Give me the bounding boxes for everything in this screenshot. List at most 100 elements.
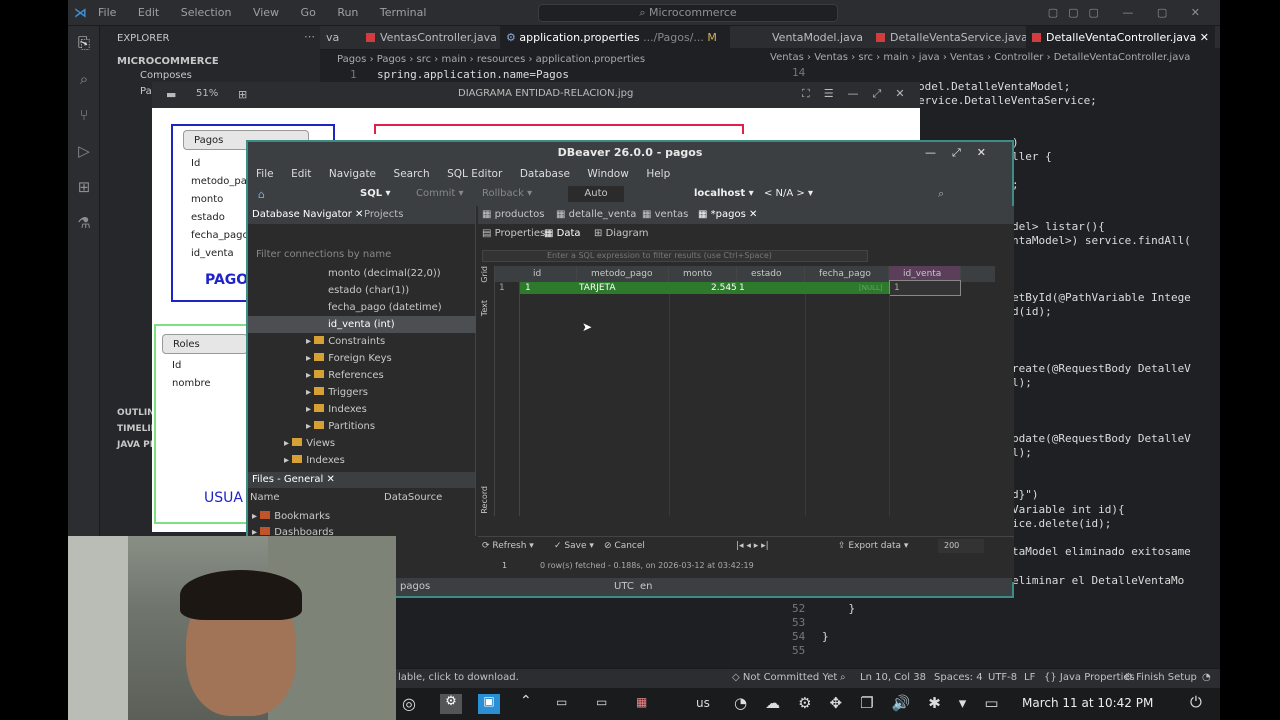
export-data-button[interactable]: ⇪ Export data ▾ [838, 541, 908, 551]
zoom-icon[interactable]: ⌕ [840, 672, 846, 683]
search-icon[interactable]: ⌕ [938, 187, 944, 201]
connection-selector[interactable]: localhost ▾ [694, 188, 754, 199]
status-cursor-position[interactable]: Ln 10, Col 38 [860, 672, 926, 683]
menu-help[interactable]: Help [646, 168, 670, 180]
col-header-monto[interactable]: monto [669, 266, 737, 282]
project-name[interactable]: MICROCOMMERCE [117, 56, 219, 67]
navigator-filter-input[interactable]: Filter connections by name [256, 249, 391, 260]
menu-terminal[interactable]: Terminal [380, 6, 427, 19]
tree-folder-views[interactable]: ▸ Views [284, 438, 335, 449]
fetch-size-input[interactable]: 200 [938, 539, 984, 553]
cell-id-venta[interactable]: 1 [894, 282, 900, 294]
files-col-name[interactable]: Name [250, 492, 280, 503]
bell-icon[interactable]: ◔ [1202, 672, 1211, 683]
files-item-bookmarks[interactable]: ▸ Bookmarks [252, 511, 330, 522]
tree-item-composes[interactable]: Composes [140, 70, 192, 81]
schema-selector[interactable]: < N/A > ▾ [764, 188, 813, 199]
tree-folder-foreign-keys[interactable]: ▸ Foreign Keys [306, 353, 392, 364]
col-header-estado[interactable]: estado [737, 266, 805, 282]
tree-folder-references[interactable]: ▸ References [306, 370, 384, 381]
settings-icon[interactable]: ⚙ [440, 694, 462, 714]
col-header-id[interactable]: id [519, 266, 577, 282]
menu-navigate[interactable]: Navigate [329, 168, 376, 180]
tray-icons[interactable]: ◔☁⚙✥❐🔊✱▾▭ [734, 694, 1017, 712]
view-text-toggle[interactable]: Text [480, 300, 489, 316]
status-encoding[interactable]: UTF-8 [988, 672, 1017, 683]
tab-pagos[interactable]: ▦ *pagos ✕ [698, 209, 757, 220]
zoom-in-icon[interactable]: ⊞ [238, 88, 247, 101]
tab-projects[interactable]: Projects [364, 209, 403, 220]
launcher-icon[interactable]: ◎ [402, 694, 416, 713]
minimize-icon[interactable]: ▬ [166, 88, 176, 101]
terminal-icon[interactable]: ▭ [556, 695, 567, 709]
commit-button[interactable]: Commit ▾ [416, 188, 464, 199]
testing-icon[interactable]: ⚗ [75, 214, 93, 232]
command-center-search[interactable]: ⌕ Microcommerce [538, 4, 838, 22]
monitor-icon[interactable]: ▭ [596, 695, 607, 709]
tree-column-monto[interactable]: monto (decimal(22,0)) [328, 268, 441, 279]
more-icon[interactable]: ⋯ [304, 30, 315, 43]
files-icon[interactable]: ⎘ [75, 34, 93, 52]
keyboard-layout[interactable]: us [696, 696, 710, 710]
tree-folder-constraints[interactable]: ▸ Constraints [306, 336, 385, 347]
tab-detalle-venta-service[interactable]: DetalleVentaService.java [870, 26, 1034, 50]
cell-id[interactable]: 1 [525, 282, 531, 294]
col-header-metodo-pago[interactable]: metodo_pago [577, 266, 669, 282]
code-text[interactable]: spring.application.name=Pagos [377, 68, 569, 81]
menu-view[interactable]: View [253, 6, 279, 19]
status-message[interactable]: lable, click to download. [398, 672, 519, 683]
menu-file[interactable]: File [98, 6, 116, 19]
tree-column-fecha-pago[interactable]: fecha_pago (datetime) [328, 302, 442, 313]
status-eol[interactable]: LF [1024, 672, 1035, 683]
tree-folder-triggers[interactable]: ▸ Triggers [306, 387, 368, 398]
clock[interactable]: March 11 at 10:42 PM [1022, 696, 1153, 710]
camera-icon[interactable]: ▦ [636, 695, 647, 709]
source-control-icon[interactable]: ⑂ [75, 106, 93, 124]
filter-input[interactable]: Enter a SQL expression to filter results… [482, 250, 868, 262]
tab-va[interactable]: va [320, 26, 345, 50]
status-indentation[interactable]: Spaces: 4 [934, 672, 983, 683]
window-controls[interactable]: ▢▢▢ — ▢ ✕ [1048, 6, 1210, 19]
cell-estado[interactable]: 1 [739, 282, 745, 294]
status-finish-setup[interactable]: ⚙ Finish Setup [1124, 672, 1197, 683]
cell-metodo-pago[interactable]: TARJETA [579, 282, 616, 294]
menu-search[interactable]: Search [394, 168, 430, 180]
tree-column-id-venta[interactable]: id_venta (int) [328, 319, 395, 330]
chevron-up-icon[interactable]: ⌃ [520, 693, 532, 709]
tab-productos[interactable]: ▦ productos [482, 209, 544, 220]
status-language[interactable]: {} Java Properties [1044, 672, 1135, 683]
viewer-window-controls[interactable]: ⛶☰—⤢✕ [802, 87, 919, 101]
refresh-button[interactable]: ⟳ Refresh ▾ [482, 541, 534, 551]
tab-detalle-venta[interactable]: ▦ detalle_venta [556, 209, 636, 220]
extensions-icon[interactable]: ⊞ [75, 178, 93, 196]
search-icon[interactable]: ⌕ [75, 70, 93, 88]
tab-venta-model[interactable]: VentaModel.java [766, 26, 869, 50]
page-nav[interactable]: |◂ ◂ ▸ ▸| [736, 541, 769, 551]
tab-detalle-venta-controller[interactable]: DetalleVentaController.java ✕ [1026, 26, 1215, 50]
close-icon[interactable]: ✕ [1200, 31, 1209, 44]
menu-selection[interactable]: Selection [181, 6, 232, 19]
col-header-fecha-pago[interactable]: fecha_pago [805, 266, 889, 282]
table-row[interactable] [519, 282, 889, 294]
files-col-source[interactable]: DataSource [384, 492, 442, 503]
status-commit[interactable]: ◇ Not Committed Yet [732, 672, 837, 683]
tab-application-properties[interactable]: ⚙ application.properties .../Pagos/... M… [500, 26, 730, 68]
tab-ventas[interactable]: ▦ ventas [642, 209, 688, 220]
menu-database[interactable]: Database [520, 168, 570, 180]
sql-button[interactable]: SQL ▾ [360, 188, 391, 199]
tree-column-estado[interactable]: estado (char(1)) [328, 285, 409, 296]
tree-item-pagos[interactable]: Pa [140, 86, 152, 97]
cell-monto[interactable]: 2.545 [711, 282, 737, 294]
transaction-mode[interactable]: Auto [568, 186, 624, 202]
menu-go[interactable]: Go [301, 6, 316, 19]
tab-files-general[interactable]: Files - General ✕ [252, 474, 335, 485]
zoom-level[interactable]: 51% [196, 88, 218, 99]
tab-ventas-controller[interactable]: VentasController.java [360, 26, 503, 50]
cell-id-venta-editor[interactable]: 1 [889, 280, 961, 296]
tab-diagram[interactable]: ⊞ Diagram [594, 228, 649, 239]
rollback-button[interactable]: Rollback ▾ [482, 188, 532, 199]
dbeaver-window-controls[interactable]: —⤢✕ [925, 142, 1002, 164]
menu-edit[interactable]: Edit [138, 6, 159, 19]
view-grid-toggle[interactable]: Grid [480, 266, 489, 283]
cancel-button[interactable]: ⊘ Cancel [604, 541, 645, 551]
